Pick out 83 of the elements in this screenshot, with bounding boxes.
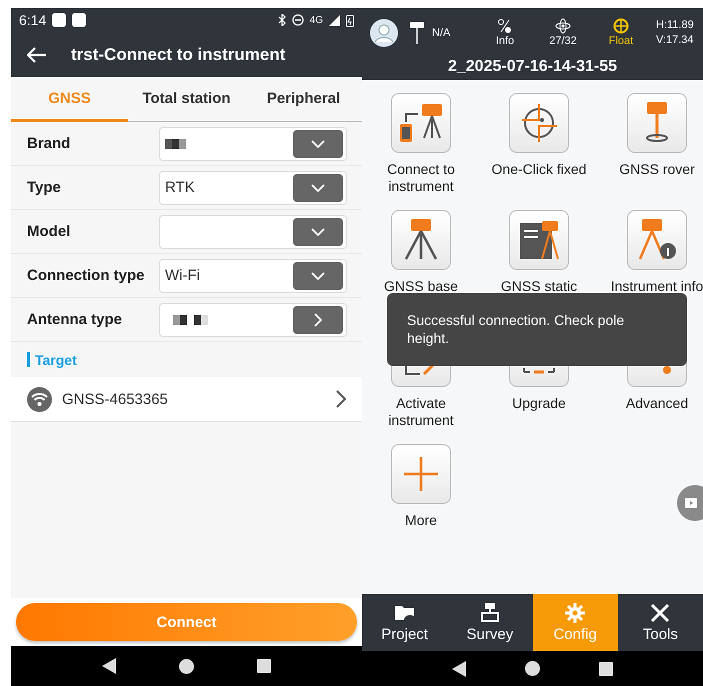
home-icon[interactable]	[524, 661, 540, 676]
recents-icon[interactable]	[256, 659, 271, 673]
screen-title: trst-Connect to instrument	[71, 44, 286, 64]
field-label: Type	[27, 179, 62, 196]
tile-label: GNSS static	[500, 278, 578, 295]
tile-button[interactable]	[391, 444, 451, 504]
dropdown-button[interactable]	[293, 174, 343, 202]
video-icon	[685, 498, 697, 508]
field-value: Wi-Fi	[165, 267, 201, 284]
select-field[interactable]: RTK	[159, 170, 347, 204]
success-toast: Successful connection. Check pole height.	[387, 293, 687, 366]
field-label: Model	[27, 223, 72, 240]
status-label: Info	[496, 35, 514, 47]
wifi-icon	[27, 386, 52, 412]
dropdown-button[interactable]	[293, 306, 343, 334]
notification-icon	[52, 13, 66, 27]
tools-icon	[649, 602, 672, 624]
chevron-down-icon	[311, 228, 325, 236]
back-icon[interactable]	[452, 660, 466, 676]
field-label: Connection type	[27, 267, 146, 284]
bluetooth-icon	[278, 14, 286, 26]
device-row[interactable]: GNSS-4653365	[11, 377, 362, 422]
tile-label: Connect to instrument	[386, 161, 456, 195]
status-label: 27/32	[549, 35, 577, 47]
floating-button[interactable]	[677, 485, 703, 521]
horizontal-precision: H:11.89	[656, 19, 694, 31]
chevron-down-icon	[311, 272, 325, 280]
status-label: Float	[608, 35, 634, 47]
recents-icon[interactable]	[599, 662, 614, 676]
survey-icon	[478, 602, 501, 624]
tile-button[interactable]	[627, 210, 687, 270]
tile-button[interactable]	[627, 93, 687, 153]
dropdown-button[interactable]	[293, 218, 343, 246]
antenna-pole-icon[interactable]	[410, 22, 424, 44]
chevron-right-icon	[336, 390, 346, 408]
tab[interactable]: Peripheral	[245, 77, 362, 122]
section-marker	[27, 352, 30, 367]
device-name: GNSS-4653365	[62, 390, 169, 408]
notification-icon	[72, 13, 86, 27]
tile-button[interactable]	[391, 210, 451, 270]
tile-label: Activate instrument	[387, 395, 455, 429]
signal-icon	[329, 14, 340, 26]
tile-button[interactable]	[509, 210, 569, 270]
nav-tab[interactable]: Survey	[447, 594, 532, 651]
tile-label: Upgrade	[511, 395, 567, 412]
select-field[interactable]	[159, 214, 347, 248]
field-value: RTK	[165, 179, 196, 196]
select-field[interactable]	[159, 126, 347, 160]
avatar-icon[interactable]	[370, 18, 398, 46]
info-icon[interactable]	[497, 18, 513, 34]
tile-label: GNSS rover	[618, 161, 696, 178]
chevron-down-icon	[311, 184, 325, 192]
back-icon[interactable]	[102, 658, 116, 674]
tile-label: Instrument info	[610, 278, 703, 295]
battery-icon	[346, 14, 354, 26]
tile-label: Advanced	[624, 395, 690, 412]
chevron-down-icon	[311, 140, 325, 148]
home-icon[interactable]	[178, 658, 194, 674]
nav-tab[interactable]: Project	[362, 594, 448, 651]
select-field[interactable]	[159, 302, 347, 336]
field-label: Antenna type	[27, 311, 124, 328]
section-heading: Target	[35, 352, 77, 368]
tile-button[interactable]	[391, 93, 451, 153]
tile-label: More	[404, 512, 438, 529]
chevron-right-icon	[314, 312, 322, 326]
dropdown-button[interactable]	[293, 262, 343, 290]
tab[interactable]: Total station	[128, 77, 245, 122]
tile-label: GNSS base	[383, 278, 459, 295]
tile-button[interactable]	[509, 93, 569, 153]
base-status: N/A	[432, 26, 450, 38]
project-name: 2_2025-07-16-14-31-55	[362, 57, 703, 80]
satellite-icon[interactable]	[555, 18, 571, 34]
nav-tab[interactable]: Tools	[618, 594, 703, 651]
back-arrow-icon[interactable]	[27, 46, 47, 62]
field-label: Brand	[27, 135, 72, 152]
tile-label: One-Click fixed	[490, 161, 588, 178]
do-not-disturb-icon	[292, 14, 304, 26]
select-field[interactable]: Wi-Fi	[159, 258, 347, 292]
status-time: 6:14	[19, 12, 46, 28]
network-type: 4G	[310, 14, 323, 26]
crosshair-icon[interactable]	[613, 18, 629, 34]
vertical-precision: V:17.34	[656, 34, 694, 46]
dropdown-button[interactable]	[293, 130, 343, 158]
